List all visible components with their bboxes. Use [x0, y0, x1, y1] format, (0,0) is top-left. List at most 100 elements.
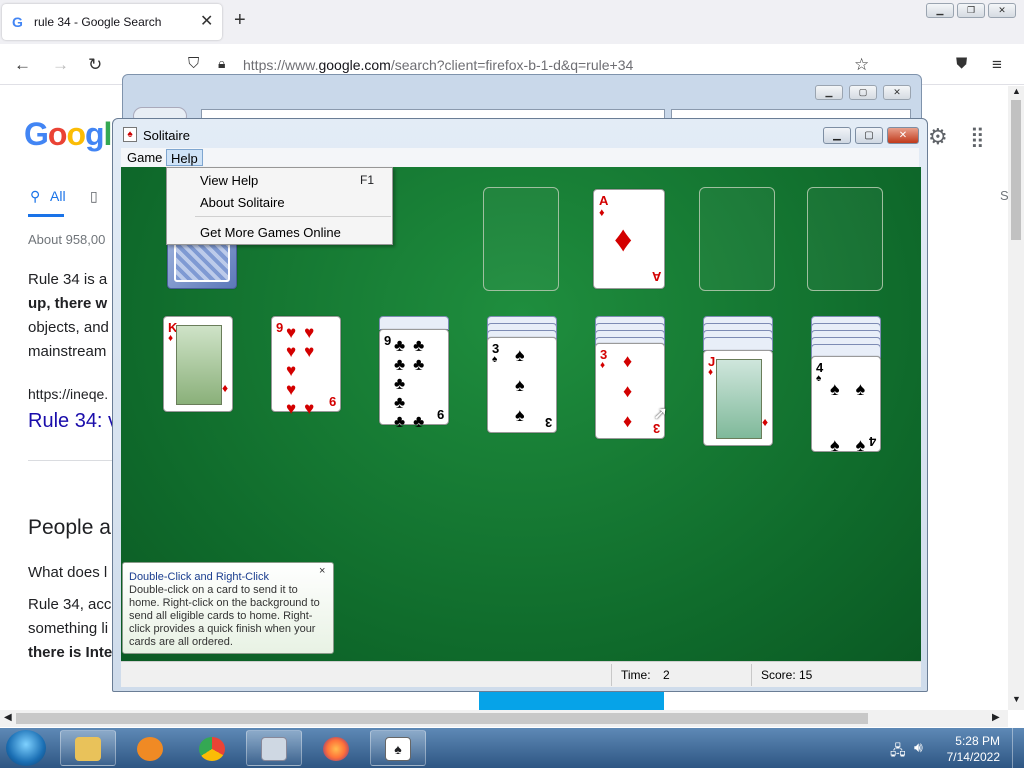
forward-icon[interactable]: →	[52, 55, 69, 75]
foundation-slot[interactable]	[483, 187, 559, 291]
restore-button[interactable]: ❐	[957, 3, 985, 18]
status-divider	[751, 664, 752, 686]
result-url[interactable]: https://ineqe.	[28, 386, 108, 402]
network-icon[interactable]: 🖧︎	[890, 740, 906, 764]
apps-grid-icon[interactable]: ⣿	[970, 124, 985, 149]
clock-date: 7/14/2022	[946, 750, 1000, 764]
minimize-button[interactable]: ▁	[823, 127, 851, 144]
solitaire-icon: ♠	[385, 737, 411, 761]
start-button[interactable]	[6, 730, 46, 766]
foundation-card[interactable]: A ♦ ♦ A	[593, 189, 665, 289]
taskbar-explorer[interactable]	[60, 730, 116, 766]
time-value: 2	[663, 668, 670, 682]
horizontal-scrollbar[interactable]: ◀ ▶	[0, 710, 1008, 727]
new-tab-icon[interactable]: +	[234, 9, 246, 32]
spades-pips: ♠♠ ♠♠	[830, 379, 882, 455]
face-down-card	[703, 337, 773, 351]
scroll-left-icon[interactable]: ◀	[4, 712, 12, 723]
firefox-icon	[323, 737, 349, 761]
active-tab-indicator	[28, 214, 64, 217]
result-link[interactable]: Rule 34: v	[28, 410, 118, 433]
scroll-down-icon[interactable]: ▼	[1012, 694, 1021, 704]
foundation-slot[interactable]	[807, 187, 883, 291]
tableau-card[interactable]: 3 ♦ ♦ ♦ ♦ 3	[595, 343, 665, 439]
browser-tab[interactable]: G rule 34 - Google Search ✕	[2, 4, 222, 40]
taskbar-chrome[interactable]	[184, 730, 240, 766]
divider	[28, 460, 112, 461]
news-icon[interactable]: ▯	[90, 188, 98, 205]
result-stats: About 958,00	[28, 232, 106, 247]
snippet-line: up, there w	[28, 295, 108, 312]
tip-balloon: × Double-Click and Right-Click Double-cl…	[122, 562, 334, 654]
back-icon[interactable]: ←	[14, 55, 31, 75]
tableau-card[interactable]: J ♦ ♦	[703, 350, 773, 446]
tab-title: rule 34 - Google Search	[34, 15, 162, 29]
lock-icon[interactable]: 🔒︎	[218, 55, 225, 72]
question-item[interactable]: What does l	[28, 564, 107, 581]
score-value: 15	[799, 668, 813, 682]
scroll-thumb[interactable]	[16, 713, 868, 724]
taskbar-solitaire[interactable]: ♠	[370, 730, 426, 766]
menu-game[interactable]: Game	[123, 149, 166, 166]
score-label: Score:	[761, 668, 796, 682]
shield-icon[interactable]: ⛉	[188, 55, 199, 72]
status-bar: Time: 2 Score: 15	[121, 661, 921, 687]
maximize-button[interactable]: ▢	[849, 85, 877, 100]
system-clock[interactable]: 5:28 PM 7/14/2022	[940, 733, 1000, 765]
tab-all[interactable]: All	[50, 188, 66, 204]
media-player-icon	[137, 737, 163, 761]
tableau-card[interactable]: 3 ♠ ♠ ♠ ♠ 3	[487, 337, 557, 433]
tip-title: Double-Click and Right-Click	[129, 571, 269, 583]
menu-icon[interactable]: ≡	[992, 55, 1002, 75]
taskbar-calculator[interactable]	[246, 730, 302, 766]
pocket-icon[interactable]: ⛊	[956, 55, 967, 72]
menu-item-view-help[interactable]: View Help	[200, 173, 258, 188]
card-rank: 9	[329, 394, 337, 409]
close-tip-icon[interactable]: ×	[319, 565, 325, 578]
browser-tab-strip: G rule 34 - Google Search ✕ + ▁ ❐ ✕	[0, 0, 1024, 44]
maximize-button[interactable]: ▢	[855, 127, 883, 144]
jack-face-art	[716, 359, 762, 439]
card-rank: 9	[276, 320, 284, 335]
vertical-scrollbar[interactable]: ▲ ▼	[1008, 86, 1024, 710]
menu-help[interactable]: Help	[166, 149, 203, 166]
diamond-icon: ♦	[762, 415, 769, 429]
blue-strip	[479, 692, 664, 710]
taskbar-firefox[interactable]	[308, 730, 364, 766]
close-window-button[interactable]: ✕	[988, 3, 1016, 18]
close-button[interactable]: ✕	[883, 85, 911, 100]
window-title: Solitaire	[143, 128, 190, 143]
time-label: Time:	[621, 668, 651, 682]
settings-gear-icon[interactable]: ⚙	[928, 124, 948, 150]
folder-icon	[75, 737, 101, 761]
diamond-icon: ♦	[600, 360, 606, 371]
url-bar[interactable]: https://www.google.com/search?client=fir…	[243, 57, 633, 73]
foundation-slot[interactable]	[699, 187, 775, 291]
tableau-card[interactable]: 9 ♣♣ ♣♣ ♣ ♣ ♣♣ 9	[379, 329, 449, 431]
menu-item-more-games[interactable]: Get More Games Online	[200, 225, 341, 240]
diamond-icon: ♦	[168, 333, 174, 344]
volume-icon[interactable]: 🔊︎	[914, 739, 923, 756]
card-rank: A	[599, 193, 609, 208]
card-rank: 9	[437, 407, 445, 422]
reload-icon[interactable]: ↻	[88, 55, 102, 75]
bookmark-star-icon[interactable]: ☆	[854, 55, 869, 75]
close-tab-icon[interactable]: ✕	[200, 11, 213, 31]
background-window: ▁ ▢ ✕	[122, 74, 922, 125]
minimize-button[interactable]: ▁	[926, 3, 954, 18]
tableau-card[interactable]: 4 ♠ ♠♠ ♠♠ 4	[811, 356, 881, 455]
close-button[interactable]: ✕	[887, 127, 919, 144]
scroll-up-icon[interactable]: ▲	[1012, 86, 1021, 96]
snippet-line: mainstream	[28, 343, 107, 360]
menu-bar: Game Help	[121, 148, 919, 167]
show-desktop-button[interactable]	[1012, 728, 1024, 768]
mouse-cursor-icon: ➚	[653, 403, 669, 423]
taskbar-media-player[interactable]	[122, 730, 178, 766]
tableau-card[interactable]: K ♦ ♦	[163, 316, 233, 412]
menu-item-about[interactable]: About Solitaire	[200, 195, 285, 210]
diamond-icon: ♦	[614, 218, 633, 259]
scroll-thumb[interactable]	[1011, 100, 1021, 240]
scroll-right-icon[interactable]: ▶	[992, 712, 1000, 723]
minimize-button[interactable]: ▁	[815, 85, 843, 100]
tableau-card[interactable]: 9 ♥♥ ♥♥ ♥ ♥ ♥♥ 9	[271, 316, 341, 418]
